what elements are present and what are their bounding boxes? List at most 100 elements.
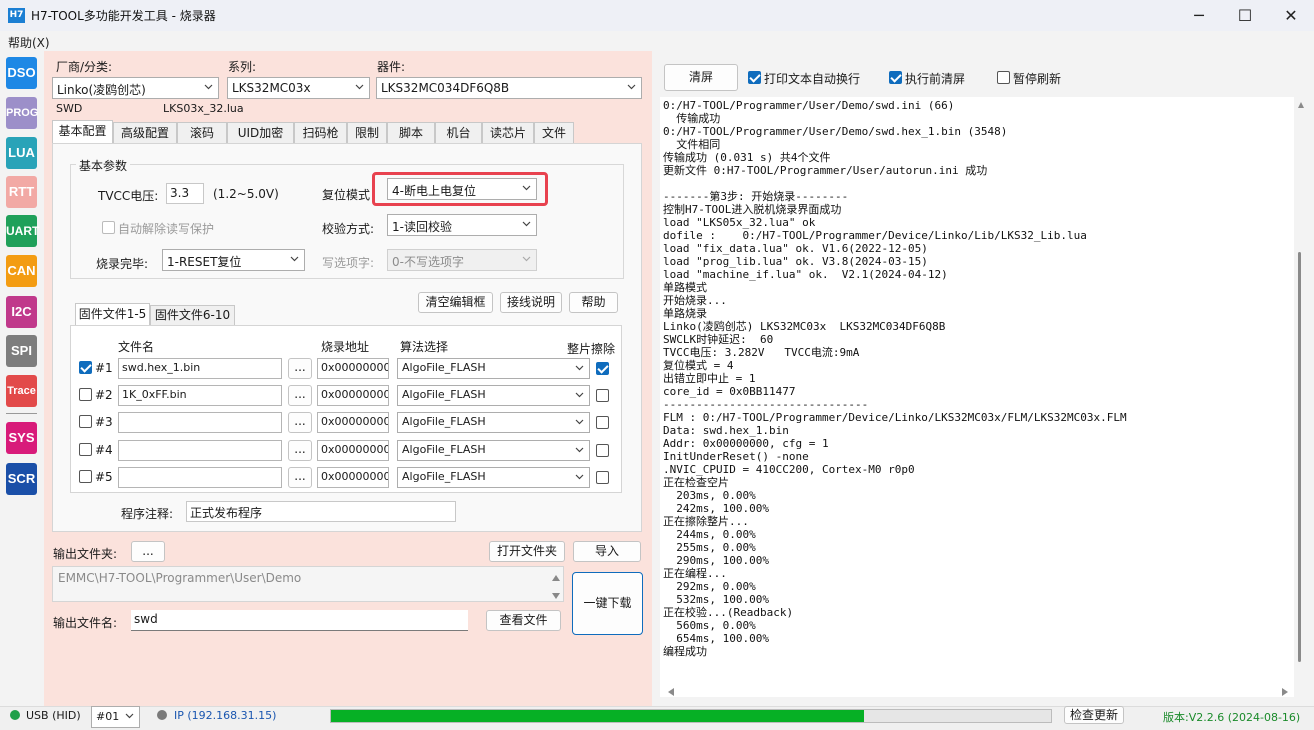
tab-limit[interactable]: 限制 bbox=[347, 122, 387, 143]
open-folder-button[interactable]: 打开文件夹 bbox=[489, 541, 565, 562]
row-erase-checkbox[interactable] bbox=[596, 471, 609, 484]
row-addr-input[interactable]: 0x00000000 bbox=[317, 385, 389, 406]
row-file-input[interactable] bbox=[118, 467, 282, 488]
row-erase-checkbox[interactable] bbox=[596, 389, 609, 402]
finish-action-select[interactable]: 1-RESET复位 bbox=[162, 249, 305, 271]
row-erase-checkbox[interactable] bbox=[596, 362, 609, 375]
console-scroll-thumb[interactable] bbox=[1298, 252, 1301, 662]
row-file-input[interactable] bbox=[118, 412, 282, 433]
sidebar-item-spi[interactable]: SPI bbox=[6, 335, 37, 367]
sidebar-item-uart[interactable]: UART bbox=[6, 215, 39, 247]
console-log-area[interactable]: 0:/H7-TOOL/Programmer/User/Demo/swd.ini … bbox=[660, 97, 1294, 697]
output-folder-label: 输出文件夹: bbox=[53, 547, 118, 561]
row-addr-input[interactable]: 0x00000000 bbox=[317, 467, 389, 488]
row-file-input[interactable] bbox=[118, 440, 282, 461]
sidebar-item-sys[interactable]: SYS bbox=[6, 422, 37, 454]
view-file-button[interactable]: 查看文件 bbox=[486, 610, 561, 631]
sidebar-item-i2c[interactable]: I2C bbox=[6, 296, 37, 328]
row-enable-checkbox[interactable] bbox=[79, 388, 92, 401]
row-browse-button[interactable]: ... bbox=[288, 412, 312, 433]
output-folder-browse-button[interactable]: ... bbox=[131, 541, 165, 562]
tab-uid-encrypt[interactable]: UID加密 bbox=[227, 122, 294, 143]
row-browse-button[interactable]: ... bbox=[288, 358, 312, 379]
auto-wrap-label: 打印文本自动换行 bbox=[764, 72, 861, 86]
console-log-text: 0:/H7-TOOL/Programmer/User/Demo/swd.ini … bbox=[663, 99, 1127, 658]
close-button[interactable]: ✕ bbox=[1268, 0, 1314, 31]
sidebar-item-dso[interactable]: DSO bbox=[6, 57, 37, 89]
path-scroll-up-icon[interactable] bbox=[551, 571, 561, 581]
tab-file[interactable]: 文件 bbox=[534, 122, 574, 143]
one-click-download-button[interactable]: 一键下载 bbox=[572, 572, 643, 635]
vendor-select[interactable]: Linko(凌鸥创芯) bbox=[52, 77, 219, 99]
tab-rolling-code[interactable]: 滚码 bbox=[177, 122, 227, 143]
series-select[interactable]: LKS32MC03x bbox=[227, 77, 370, 99]
pause-refresh-checkbox[interactable] bbox=[997, 71, 1010, 84]
output-name-input[interactable]: swd bbox=[131, 610, 468, 631]
sidebar-item-rtt[interactable]: RTT bbox=[6, 176, 37, 208]
row-algo-select[interactable]: AlgoFile_FLASH bbox=[397, 440, 590, 461]
row-erase-checkbox[interactable] bbox=[596, 444, 609, 457]
ip-status-text: IP (192.168.31.15) bbox=[174, 709, 277, 722]
menu-help[interactable]: 帮助(X) bbox=[8, 34, 50, 51]
tab-read-chip[interactable]: 读芯片 bbox=[482, 122, 534, 143]
tab-machine[interactable]: 机台 bbox=[435, 122, 482, 143]
option-byte-select[interactable]: 0-不写选项字 bbox=[387, 249, 537, 271]
part-select[interactable]: LKS32MC034DF6Q8B bbox=[376, 77, 642, 99]
verify-mode-value: 1-读回校验 bbox=[392, 220, 452, 234]
row-browse-button[interactable]: ... bbox=[288, 385, 312, 406]
tab-advanced[interactable]: 高级配置 bbox=[113, 122, 177, 143]
clear-edit-button[interactable]: 清空编辑框 bbox=[418, 292, 493, 313]
sidebar-item-prog[interactable]: PROG bbox=[6, 97, 38, 129]
row-algo-select[interactable]: AlgoFile_FLASH bbox=[397, 467, 590, 488]
tab-script[interactable]: 脚本 bbox=[387, 122, 435, 143]
row-erase-checkbox[interactable] bbox=[596, 416, 609, 429]
lua-file-text: LKS03x_32.lua bbox=[163, 102, 244, 115]
row-file-input[interactable]: swd.hex_1.bin bbox=[118, 358, 282, 379]
row-enable-checkbox[interactable] bbox=[79, 443, 92, 456]
sidebar-item-trace[interactable]: Trace bbox=[6, 375, 37, 407]
tab-scanner[interactable]: 扫码枪 bbox=[294, 122, 347, 143]
sidebar-item-lua[interactable]: LUA bbox=[6, 137, 37, 169]
row-addr-input[interactable]: 0x00000000 bbox=[317, 358, 389, 379]
tab-firmware-6-10[interactable]: 固件文件6-10 bbox=[150, 305, 235, 325]
note-input[interactable]: 正式发布程序 bbox=[186, 501, 456, 522]
clear-console-button[interactable]: 清屏 bbox=[664, 64, 738, 91]
minimize-button[interactable]: ─ bbox=[1176, 0, 1222, 31]
row-algo-select[interactable]: AlgoFile_FLASH bbox=[397, 385, 590, 406]
row-algo-value: AlgoFile_FLASH bbox=[402, 443, 486, 456]
auto-wrap-checkbox[interactable] bbox=[748, 71, 761, 84]
sidebar-item-scr[interactable]: SCR bbox=[6, 463, 37, 495]
row-file-input[interactable]: 1K_0xFF.bin bbox=[118, 385, 282, 406]
tab-basic[interactable]: 基本配置 bbox=[52, 120, 113, 143]
tvcc-input[interactable]: 3.3 bbox=[166, 183, 204, 204]
progress-bar bbox=[330, 709, 1052, 723]
row-algo-value: AlgoFile_FLASH bbox=[402, 415, 486, 428]
row-browse-button[interactable]: ... bbox=[288, 440, 312, 461]
path-scroll-down-icon[interactable] bbox=[551, 589, 561, 599]
sidebar: DSO PROG LUA RTT UART CAN I2C SPI Trace … bbox=[0, 51, 44, 706]
check-update-button[interactable]: 检查更新 bbox=[1064, 706, 1124, 724]
wiring-help-button[interactable]: 接线说明 bbox=[500, 292, 562, 313]
import-button[interactable]: 导入 bbox=[573, 541, 641, 562]
verify-mode-select[interactable]: 1-读回校验 bbox=[387, 214, 537, 236]
row-algo-select[interactable]: AlgoFile_FLASH bbox=[397, 412, 590, 433]
row-addr-input[interactable]: 0x00000000 bbox=[317, 440, 389, 461]
clear-before-run-checkbox[interactable] bbox=[889, 71, 902, 84]
auto-unlock-label: 自动解除读写保护 bbox=[118, 222, 215, 236]
row-addr-input[interactable]: 0x00000000 bbox=[317, 412, 389, 433]
row-enable-checkbox[interactable] bbox=[79, 415, 92, 428]
auto-unlock-checkbox[interactable] bbox=[102, 221, 115, 234]
console-vertical-scrollbar[interactable] bbox=[1296, 97, 1304, 667]
row-enable-checkbox[interactable] bbox=[79, 470, 92, 483]
device-number-select[interactable]: #01 bbox=[91, 706, 140, 728]
row-browse-button[interactable]: ... bbox=[288, 467, 312, 488]
tab-firmware-1-5[interactable]: 固件文件1-5 bbox=[75, 303, 150, 325]
vendor-select-value: Linko(凌鸥创芯) bbox=[57, 83, 146, 97]
help-button[interactable]: 帮助 bbox=[569, 292, 618, 313]
row-algo-select[interactable]: AlgoFile_FLASH bbox=[397, 358, 590, 379]
console-horizontal-scrollbar[interactable] bbox=[660, 682, 1294, 696]
maximize-button[interactable]: ☐ bbox=[1222, 0, 1268, 31]
output-path-box[interactable]: EMMC\H7-TOOL\Programmer\User\Demo bbox=[52, 566, 564, 602]
row-enable-checkbox[interactable] bbox=[79, 361, 92, 374]
sidebar-item-can[interactable]: CAN bbox=[6, 255, 37, 287]
